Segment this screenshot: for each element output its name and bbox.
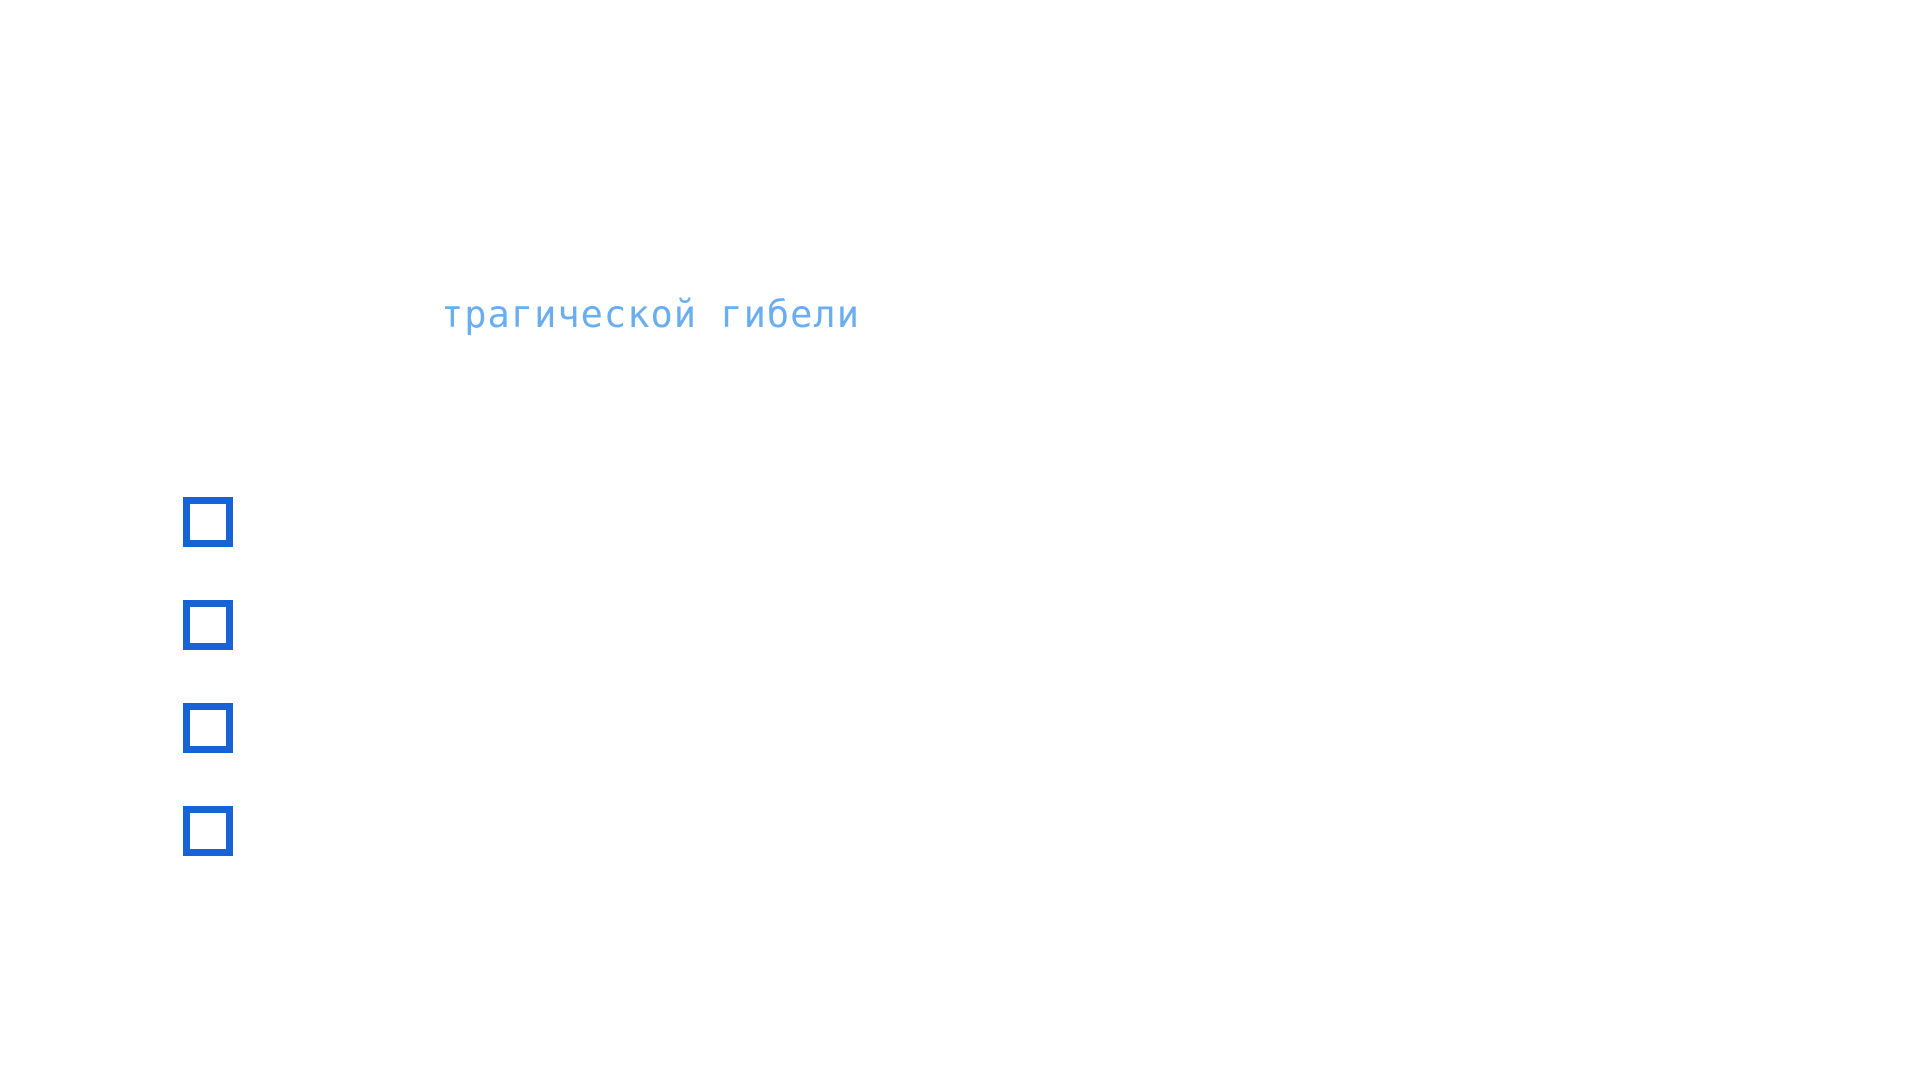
checkbox-option-4[interactable] [183,806,233,856]
checkbox-option-1[interactable] [183,497,233,547]
checkbox-option-2[interactable] [183,600,233,650]
slide-canvas: трагической гибели [0,0,1920,1080]
headline-text: трагической гибели [441,293,860,336]
checkbox-option-3[interactable] [183,703,233,753]
